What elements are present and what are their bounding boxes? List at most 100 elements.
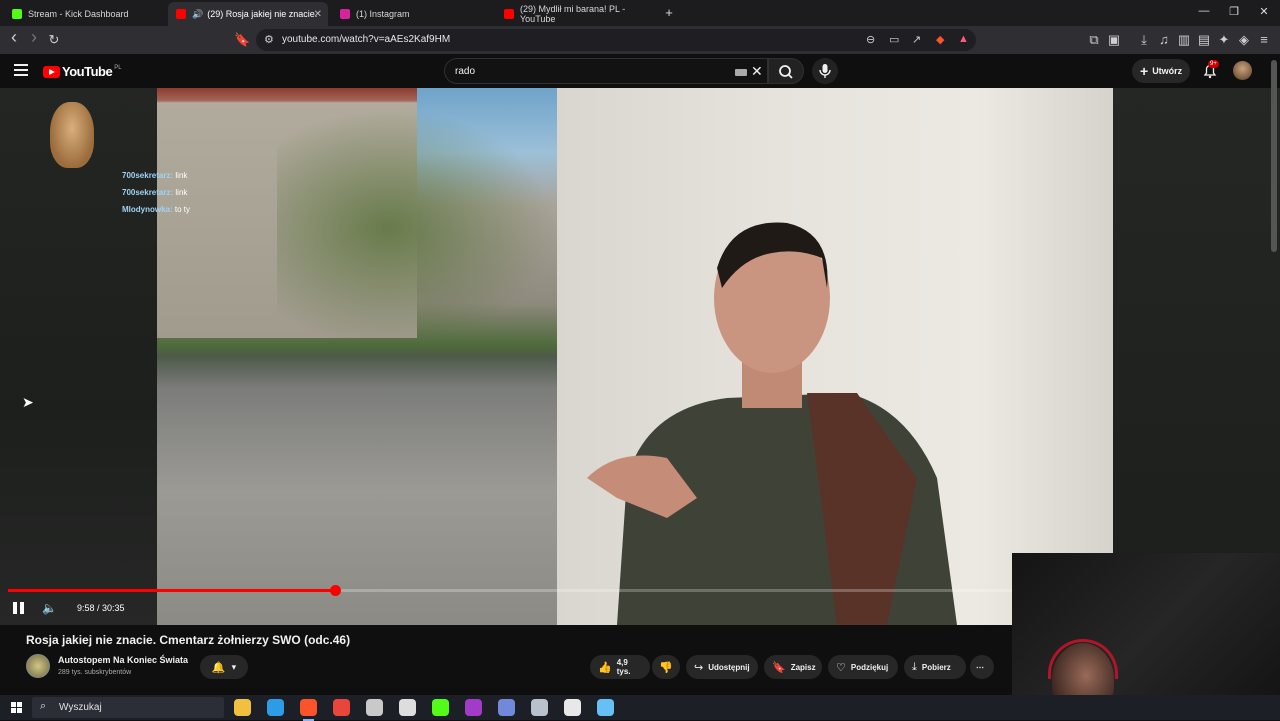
pause-button[interactable] [13,602,27,614]
sidebar-icon[interactable]: ▥ [1176,32,1192,48]
tab-label: (29) Mydlił mi barana! PL - YouTube [520,4,626,24]
browser-tab-strip: Stream - Kick Dashboard 🔊 (29) Rosja jak… [0,0,1280,26]
close-window-button[interactable]: ✕ [1256,5,1272,18]
close-tab-icon[interactable]: ✕ [314,9,322,20]
forward-button[interactable]: › [26,28,42,46]
video-player[interactable]: 700sekretarz: link 700sekretarz: link Ml… [0,88,1280,625]
windows-start-icon[interactable] [11,702,22,713]
file-explorer-icon[interactable] [234,699,251,716]
youtube-favicon-icon [504,9,514,19]
app-icon-11[interactable] [564,699,581,716]
share-icon: ↪ [694,661,704,674]
brave-icon[interactable] [300,699,317,721]
create-label: Utwórz [1152,66,1183,76]
browser-tab-active[interactable]: 🔊 (29) Rosja jakiej nie znacie. Cm ✕ [168,2,328,26]
brave-rewards-icon[interactable]: ▲ [958,33,969,45]
minimize-button[interactable]: — [1196,5,1212,17]
youtube-play-icon [43,65,60,78]
browser-tab[interactable]: Stream - Kick Dashboard [4,2,162,26]
dislike-button[interactable]: 👎 [652,655,680,679]
menu-icon[interactable]: ≡ [1256,32,1272,48]
video-info: Rosja jakiej nie znacie. Cmentarz żołnie… [0,625,1012,695]
discord-icon[interactable] [498,699,515,716]
stream-chat-overlay: 700sekretarz: link 700sekretarz: link Ml… [122,167,190,218]
share-button[interactable]: ↪ Udostępnij [686,655,758,679]
wallet-icon[interactable]: ▤ [1196,32,1212,48]
chevron-down-icon: ▾ [231,661,237,672]
leo-ai-icon[interactable]: ✦ [1216,32,1232,48]
edge-icon[interactable] [267,699,284,716]
voice-search-button[interactable] [812,58,838,84]
channel-name[interactable]: Autostopem Na Koniec Świata [58,655,188,665]
obs-icon[interactable] [399,699,416,716]
zoom-icon[interactable]: ⊖ [866,33,875,46]
like-count: 4,9 tys. [616,658,631,676]
create-button[interactable]: + Utwórz [1132,59,1190,83]
video-frame[interactable] [157,88,1113,625]
reload-button[interactable]: ↻ [46,32,62,48]
headset [1048,639,1118,679]
hamster-overlay-image [50,102,94,168]
save-label: Zapisz [790,662,816,672]
site-info-icon[interactable]: ⚙ [264,33,274,46]
youtube-favicon-icon [176,9,186,19]
address-bar[interactable]: ⚙ youtube.com/watch?v=aAEs2Kaf9HM ⊖ ▭ ↗ … [256,29,976,51]
page-scrollbar[interactable] [1271,60,1277,252]
kick-icon[interactable] [432,699,449,716]
channel-avatar[interactable] [26,654,50,678]
back-button[interactable]: ‹ [6,28,22,46]
browser-tab[interactable]: (29) Mydlił mi barana! PL - YouTube [496,2,656,26]
thanks-button[interactable]: ♡ Podziękuj [828,655,898,679]
youtube-header: YouTube PL rado ✕ + Utwórz 9+ [0,54,1280,88]
app-icon-8[interactable] [465,699,482,716]
tab-label: (1) Instagram [356,9,410,19]
user-avatar[interactable] [1233,61,1252,80]
download-button[interactable]: ⤓ Pobierz [904,655,966,679]
search-button[interactable] [768,58,804,84]
volume-icon[interactable]: 🔈 [42,601,57,615]
speaker-icon: 🔊 [192,8,204,19]
brave-shields-icon[interactable]: ◆ [936,33,944,46]
like-button[interactable]: 👍 4,9 tys. [590,655,650,679]
app-icon-5[interactable] [366,699,383,716]
bookmark-icon[interactable]: 🔖 [234,32,250,48]
download-icon: ⤓ [912,660,917,673]
tabs-icon[interactable]: ▣ [1106,32,1122,48]
share-label: Udostępnij [708,662,750,672]
extensions-icon[interactable]: ⧉ [1086,32,1102,48]
subscriber-count: 289 tys. subskrybentów [58,669,132,676]
search-input[interactable]: rado ✕ [444,58,768,84]
progress-bar[interactable] [8,585,1012,596]
browser-tab[interactable]: (1) Instagram [332,2,492,26]
hamburger-menu-icon[interactable] [14,64,28,79]
country-code: PL [114,64,122,71]
stream-overlay-right [1113,88,1280,625]
trees [277,108,557,348]
taskbar-search-input[interactable]: ⌕ Wyszukaj [32,697,224,718]
maximize-button[interactable]: ❐ [1226,5,1242,18]
downloads-icon[interactable]: ⤓ [1136,32,1152,48]
mouse-cursor-icon: ➤ [22,394,34,410]
url-text: youtube.com/watch?v=aAEs2Kaf9HM [282,34,451,45]
media-icon[interactable]: ♫ [1156,32,1172,48]
chrome-icon[interactable] [333,699,350,716]
more-actions-button[interactable]: ⋯ [970,655,994,679]
app-icon-10[interactable] [531,699,548,716]
clear-search-icon[interactable]: ✕ [751,63,763,80]
bell-icon: 🔔 [211,661,226,674]
keyboard-icon[interactable] [735,69,747,76]
vpn-icon[interactable]: ◈ [1236,32,1252,48]
video-title: Rosja jakiej nie znacie. Cmentarz żołnie… [26,633,351,647]
chat-message: Mlodynowka: to ty [122,205,191,214]
share-page-icon[interactable]: ↗ [912,33,921,46]
chat-message: 700sekretarz: link [122,171,188,180]
cast-icon[interactable]: ▭ [889,33,899,46]
save-icon: 🔖 [772,661,786,674]
save-button[interactable]: 🔖 Zapisz [764,655,822,679]
steam-icon[interactable] [597,699,614,716]
search-query: rado [455,66,476,77]
new-tab-button[interactable]: + [661,5,677,20]
youtube-logo[interactable]: YouTube PL [43,64,122,79]
subscription-bell-button[interactable]: 🔔 ▾ [200,655,248,679]
presenter-figure [587,222,957,625]
